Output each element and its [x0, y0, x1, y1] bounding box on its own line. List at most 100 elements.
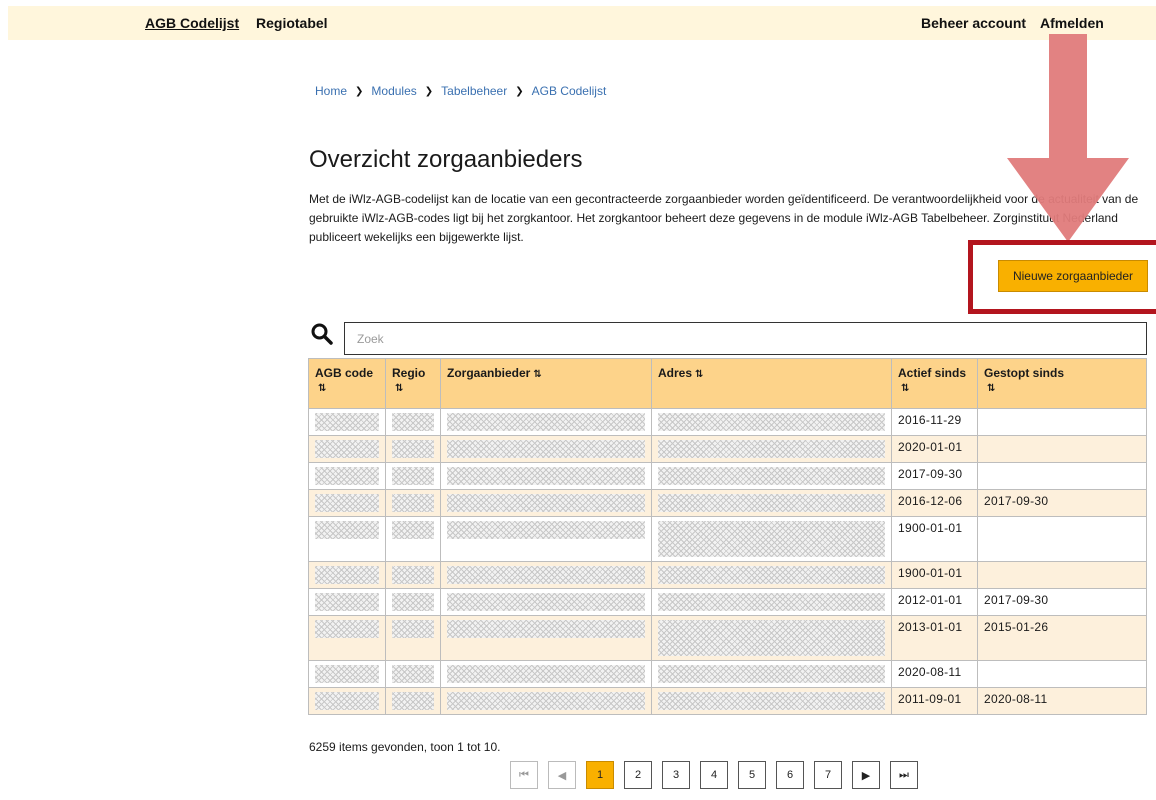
page-title: Overzicht zorgaanbieders: [309, 146, 583, 173]
table-row[interactable]: 2013-01-01 2015-01-26: [308, 615, 1147, 661]
column-header-agb-code[interactable]: AGB code ⇅: [308, 358, 386, 409]
gestopt-sinds-cell: [977, 561, 1147, 589]
actief-sinds-cell: 1900-01-01: [891, 516, 978, 562]
sort-icon[interactable]: ⇅: [695, 369, 703, 380]
agb-code-cell: [308, 615, 386, 661]
gestopt-sinds-cell: 2020-08-11: [977, 687, 1147, 715]
column-header-gestopt-sinds[interactable]: Gestopt sinds ⇅: [977, 358, 1147, 409]
page-button-7[interactable]: 7: [814, 761, 842, 789]
regio-cell: [385, 615, 441, 661]
results-summary: 6259 items gevonden, toon 1 tot 10.: [309, 740, 501, 754]
last-page-button[interactable]: ⏭: [890, 761, 918, 789]
regio-cell: [385, 462, 441, 490]
nav-beheer-account[interactable]: Beheer account: [921, 15, 1026, 31]
table-row[interactable]: 2020-01-01: [308, 435, 1147, 463]
column-header-zorgaanbieder[interactable]: Zorgaanbieder ⇅: [440, 358, 652, 409]
redacted-value: [658, 665, 885, 683]
redacted-value: [392, 467, 434, 485]
gestopt-sinds-cell: [977, 408, 1147, 436]
zorgaanbieder-cell: [440, 408, 652, 436]
sort-icon[interactable]: ⇅: [987, 383, 995, 394]
breadcrumb-modules[interactable]: Modules: [371, 84, 416, 98]
page-button-4[interactable]: 4: [700, 761, 728, 789]
actief-sinds-cell: 2020-01-01: [891, 435, 978, 463]
first-page-button[interactable]: ⏮: [510, 761, 538, 789]
actief-sinds-cell: 2012-01-01: [891, 588, 978, 616]
actief-sinds-cell: 2020-08-11: [891, 660, 978, 688]
annotation-arrow-icon: [1007, 34, 1129, 242]
sort-icon[interactable]: ⇅: [533, 369, 541, 380]
table-row[interactable]: 2012-01-01 2017-09-30: [308, 588, 1147, 616]
regio-cell: [385, 489, 441, 517]
page-button-2[interactable]: 2: [624, 761, 652, 789]
actief-sinds-cell: 1900-01-01: [891, 561, 978, 589]
table-row[interactable]: 2011-09-01 2020-08-11: [308, 687, 1147, 715]
breadcrumb-home[interactable]: Home: [315, 84, 347, 98]
agb-code-cell: [308, 462, 386, 490]
nav-regiotabel[interactable]: Regiotabel: [256, 15, 328, 31]
adres-cell: [651, 516, 892, 562]
gestopt-sinds-cell: 2017-09-30: [977, 588, 1147, 616]
breadcrumb-agb-codelijst[interactable]: AGB Codelijst: [532, 84, 607, 98]
breadcrumb-tabelbeheer[interactable]: Tabelbeheer: [441, 84, 507, 98]
redacted-value: [447, 467, 645, 485]
table-row[interactable]: 2016-11-29: [308, 408, 1147, 436]
table-row[interactable]: 1900-01-01: [308, 561, 1147, 589]
redacted-value: [658, 440, 885, 458]
redacted-value: [315, 692, 379, 710]
search-icon[interactable]: [310, 322, 334, 346]
table-row[interactable]: 1900-01-01: [308, 516, 1147, 562]
column-header-actief-sinds[interactable]: Actief sinds ⇅: [891, 358, 978, 409]
redacted-value: [315, 440, 379, 458]
zorgaanbieder-cell: [440, 489, 652, 517]
column-header-regio[interactable]: Regio ⇅: [385, 358, 441, 409]
adres-cell: [651, 588, 892, 616]
previous-page-button[interactable]: ◀: [548, 761, 576, 789]
gestopt-sinds-cell: 2015-01-26: [977, 615, 1147, 661]
redacted-value: [447, 521, 645, 539]
table-row[interactable]: 2020-08-11: [308, 660, 1147, 688]
sort-icon[interactable]: ⇅: [318, 383, 326, 394]
redacted-value: [447, 593, 645, 611]
page-button-3[interactable]: 3: [662, 761, 690, 789]
redacted-value: [658, 566, 885, 584]
adres-cell: [651, 561, 892, 589]
agb-code-cell: [308, 408, 386, 436]
page-button-5[interactable]: 5: [738, 761, 766, 789]
chevron-right-icon: ❯: [355, 85, 364, 97]
sort-icon[interactable]: ⇅: [395, 383, 403, 394]
adres-cell: [651, 687, 892, 715]
agb-code-cell: [308, 588, 386, 616]
redacted-value: [392, 413, 434, 431]
adres-cell: [651, 408, 892, 436]
nav-afmelden[interactable]: Afmelden: [1040, 15, 1104, 31]
annotation-highlight-box: [968, 240, 1156, 314]
sort-icon[interactable]: ⇅: [901, 383, 909, 394]
redacted-value: [392, 521, 434, 539]
actief-sinds-cell: 2013-01-01: [891, 615, 978, 661]
table-row[interactable]: 2017-09-30: [308, 462, 1147, 490]
column-header-adres[interactable]: Adres ⇅: [651, 358, 892, 409]
page-button-1[interactable]: 1: [586, 761, 614, 789]
search-input[interactable]: [344, 322, 1147, 355]
nav-agb-codelijst[interactable]: AGB Codelijst: [145, 15, 239, 31]
redacted-value: [315, 494, 379, 512]
actief-sinds-cell: 2016-12-06: [891, 489, 978, 517]
redacted-value: [658, 593, 885, 611]
redacted-value: [315, 413, 379, 431]
next-page-button[interactable]: ▶: [852, 761, 880, 789]
redacted-value: [392, 566, 434, 584]
redacted-value: [658, 467, 885, 485]
pagination: ⏮ ◀ 1 2 3 4 5 6 7 ▶ ⏭: [510, 761, 918, 789]
table-row[interactable]: 2016-12-06 2017-09-30: [308, 489, 1147, 517]
zorgaanbieder-cell: [440, 588, 652, 616]
redacted-value: [447, 440, 645, 458]
redacted-value: [658, 413, 885, 431]
breadcrumb: Home ❯ Modules ❯ Tabelbeheer ❯ AGB Codel…: [315, 84, 606, 98]
page-button-6[interactable]: 6: [776, 761, 804, 789]
adres-cell: [651, 489, 892, 517]
agb-code-cell: [308, 687, 386, 715]
agb-code-cell: [308, 435, 386, 463]
adres-cell: [651, 435, 892, 463]
redacted-value: [315, 593, 379, 611]
